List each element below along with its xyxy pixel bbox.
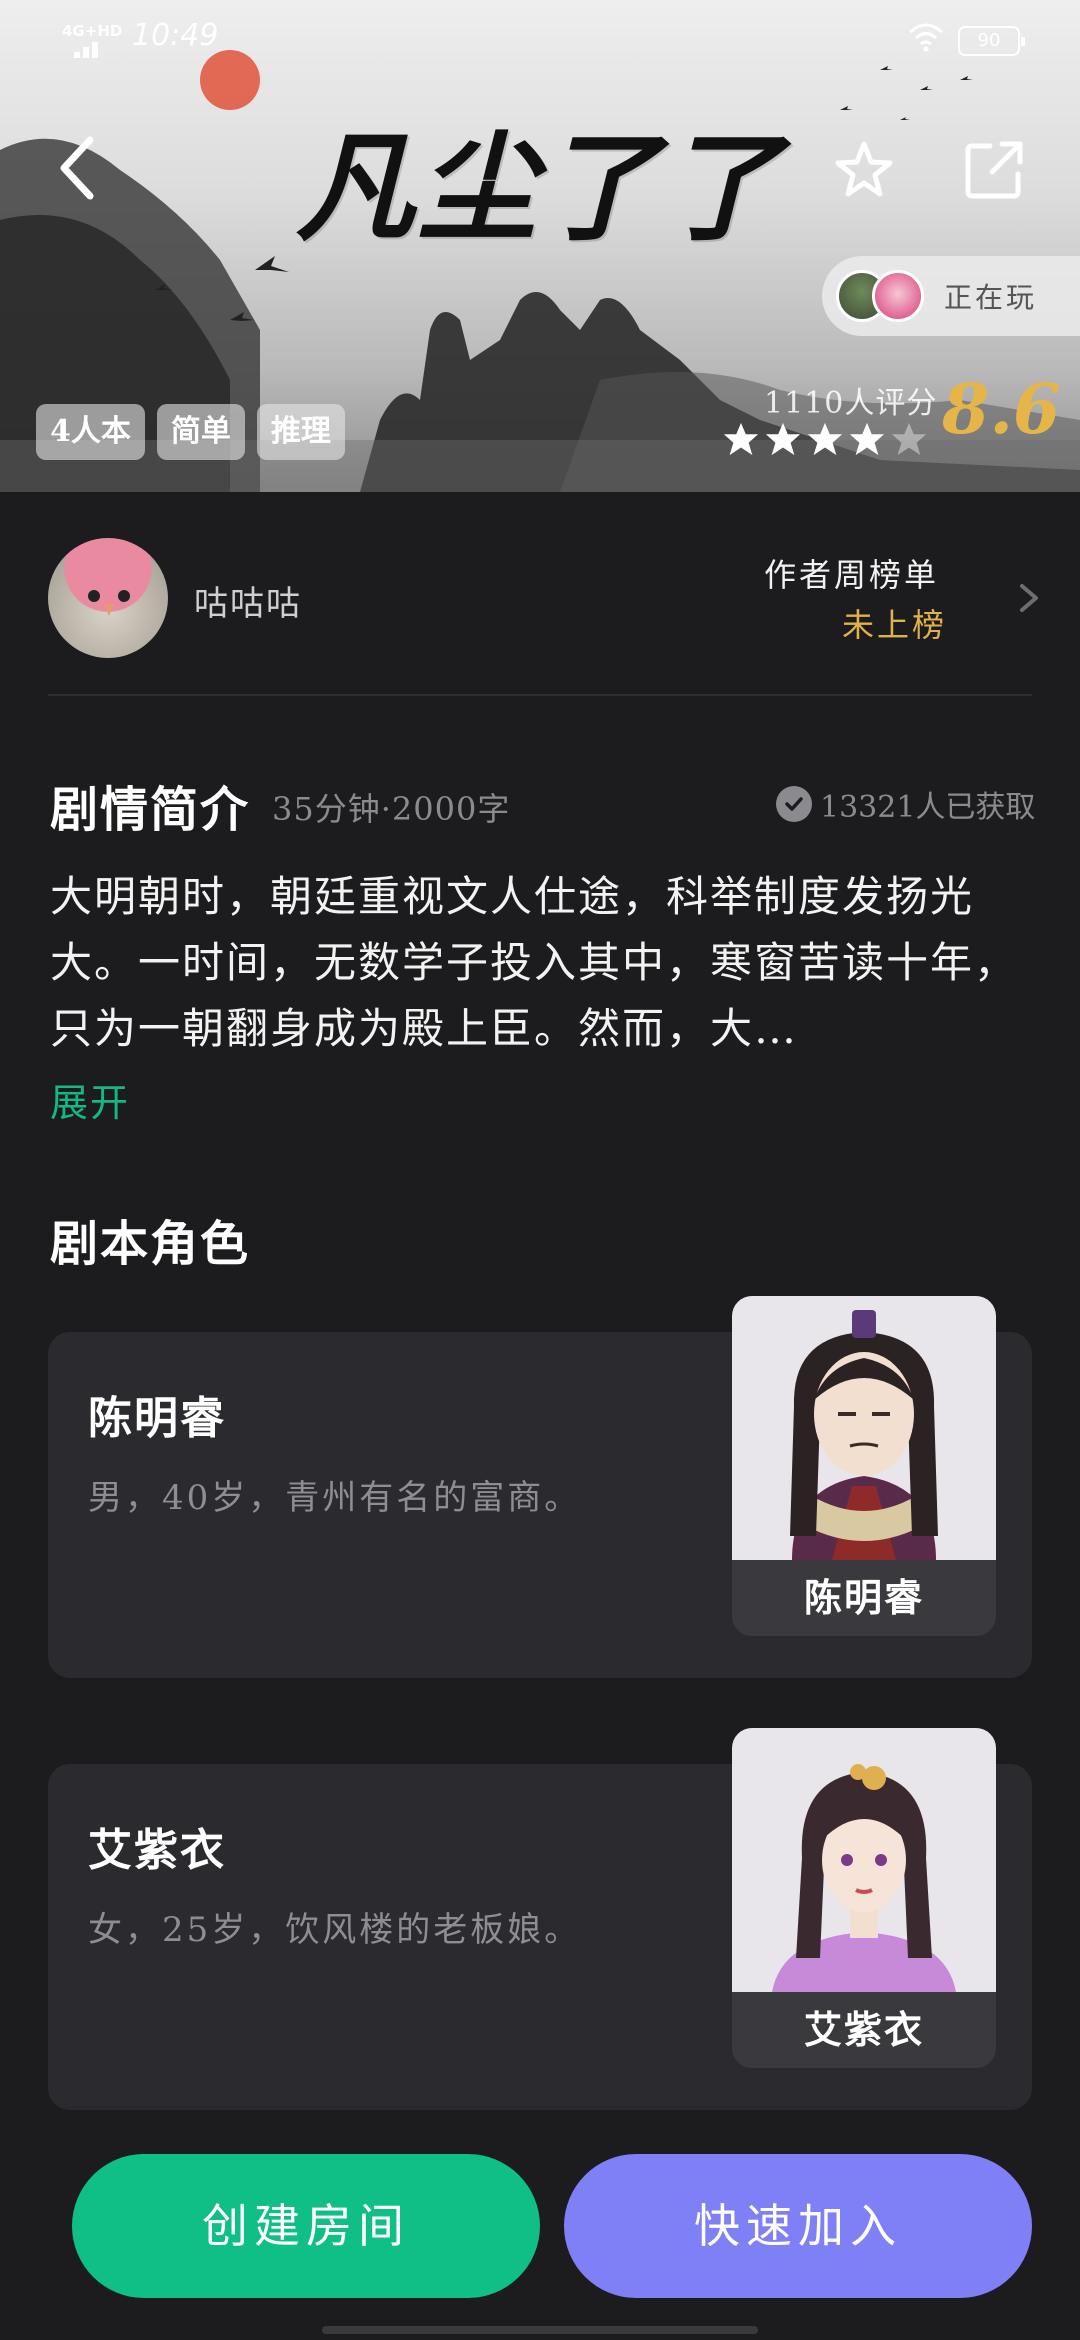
network-indicator: 4G+HD <box>62 22 123 40</box>
star-icon <box>849 422 885 456</box>
status-bar: 4G+HD 10:49 90 <box>0 0 1080 80</box>
tag-genre: 推理 <box>256 404 345 460</box>
obtained-count-label: 13321人已获取 <box>820 790 1036 825</box>
role-card[interactable]: 陈明睿 男，40岁，青州有名的富商。 陈明睿 <box>48 1296 1032 1678</box>
wifi-icon <box>909 23 943 52</box>
role-card[interactable]: 艾紫衣 女，25岁，饮风楼的老板娘。 艾紫衣 <box>48 1728 1032 2110</box>
author-rank-title: 作者周榜单 <box>764 556 940 594</box>
create-room-button[interactable]: 创建房间 <box>72 2154 540 2298</box>
check-circle-icon <box>776 786 812 822</box>
rating-count: 1110人评分 <box>764 386 938 421</box>
star-rating <box>722 420 928 458</box>
role-portrait[interactable]: 艾紫衣 <box>732 1728 996 2068</box>
role-portrait[interactable]: 陈明睿 <box>732 1296 996 1636</box>
tag-list: 4人本 简单 推理 <box>36 404 345 460</box>
role-portrait-label: 艾紫衣 <box>732 1992 996 2068</box>
tag-players: 4人本 <box>36 404 145 460</box>
synopsis-title: 剧情简介 <box>50 782 251 838</box>
script-title: 凡尘了了 <box>295 118 784 257</box>
quick-join-button[interactable]: 快速加入 <box>564 2154 1032 2298</box>
role-description: 男，40岁，青州有名的富商。 <box>88 1478 582 1518</box>
star-icon <box>765 422 801 456</box>
star-icon <box>807 422 843 456</box>
rating-score: 8.6 <box>942 370 1061 450</box>
tag-difficulty: 简单 <box>156 404 245 460</box>
chevron-right-icon[interactable] <box>1010 578 1046 618</box>
star-icon <box>723 422 759 456</box>
obtained-count: 13321人已获取 <box>776 782 1035 826</box>
hero-banner: 4G+HD 10:49 90 凡尘了了 正在玩 4人本 简单 推理 1110人评… <box>0 0 1080 492</box>
author-name[interactable]: 咕咕咕 <box>194 576 302 625</box>
expand-link[interactable]: 展开 <box>50 1072 130 1127</box>
role-portrait-label: 陈明睿 <box>732 1560 996 1636</box>
role-description: 女，25岁，饮风楼的老板娘。 <box>88 1910 582 1950</box>
back-icon[interactable] <box>50 128 110 208</box>
role-name: 陈明睿 <box>88 1393 226 1444</box>
author-row[interactable]: 咕咕咕 作者周榜单 未上榜 <box>48 536 1038 696</box>
now-playing-badge[interactable]: 正在玩 <box>822 256 1080 336</box>
player-avatar <box>872 270 924 322</box>
star-icon <box>891 422 927 456</box>
role-name: 艾紫衣 <box>88 1825 226 1876</box>
signal-icon <box>74 40 108 58</box>
author-avatar[interactable] <box>48 538 168 658</box>
now-playing-label: 正在玩 <box>944 281 1038 314</box>
battery-icon: 90 <box>958 26 1025 56</box>
share-icon[interactable] <box>962 138 1026 202</box>
author-rank-status: 未上榜 <box>842 606 948 644</box>
status-time: 10:49 <box>132 18 219 53</box>
star-favorite-icon[interactable] <box>832 138 896 202</box>
roles-title: 剧本角色 <box>50 1216 251 1272</box>
synopsis-meta: 35分钟·2000字 <box>272 790 511 828</box>
bird-avatar-icon <box>88 590 130 616</box>
male-character-portrait <box>732 1296 996 1560</box>
home-indicator[interactable] <box>322 2326 758 2334</box>
female-character-portrait <box>732 1728 996 1992</box>
synopsis-text: 大明朝时，朝廷重视文人仕途，科举制度发扬光大。一时间，无数学子投入其中，寒窗苦读… <box>50 872 1019 1053</box>
